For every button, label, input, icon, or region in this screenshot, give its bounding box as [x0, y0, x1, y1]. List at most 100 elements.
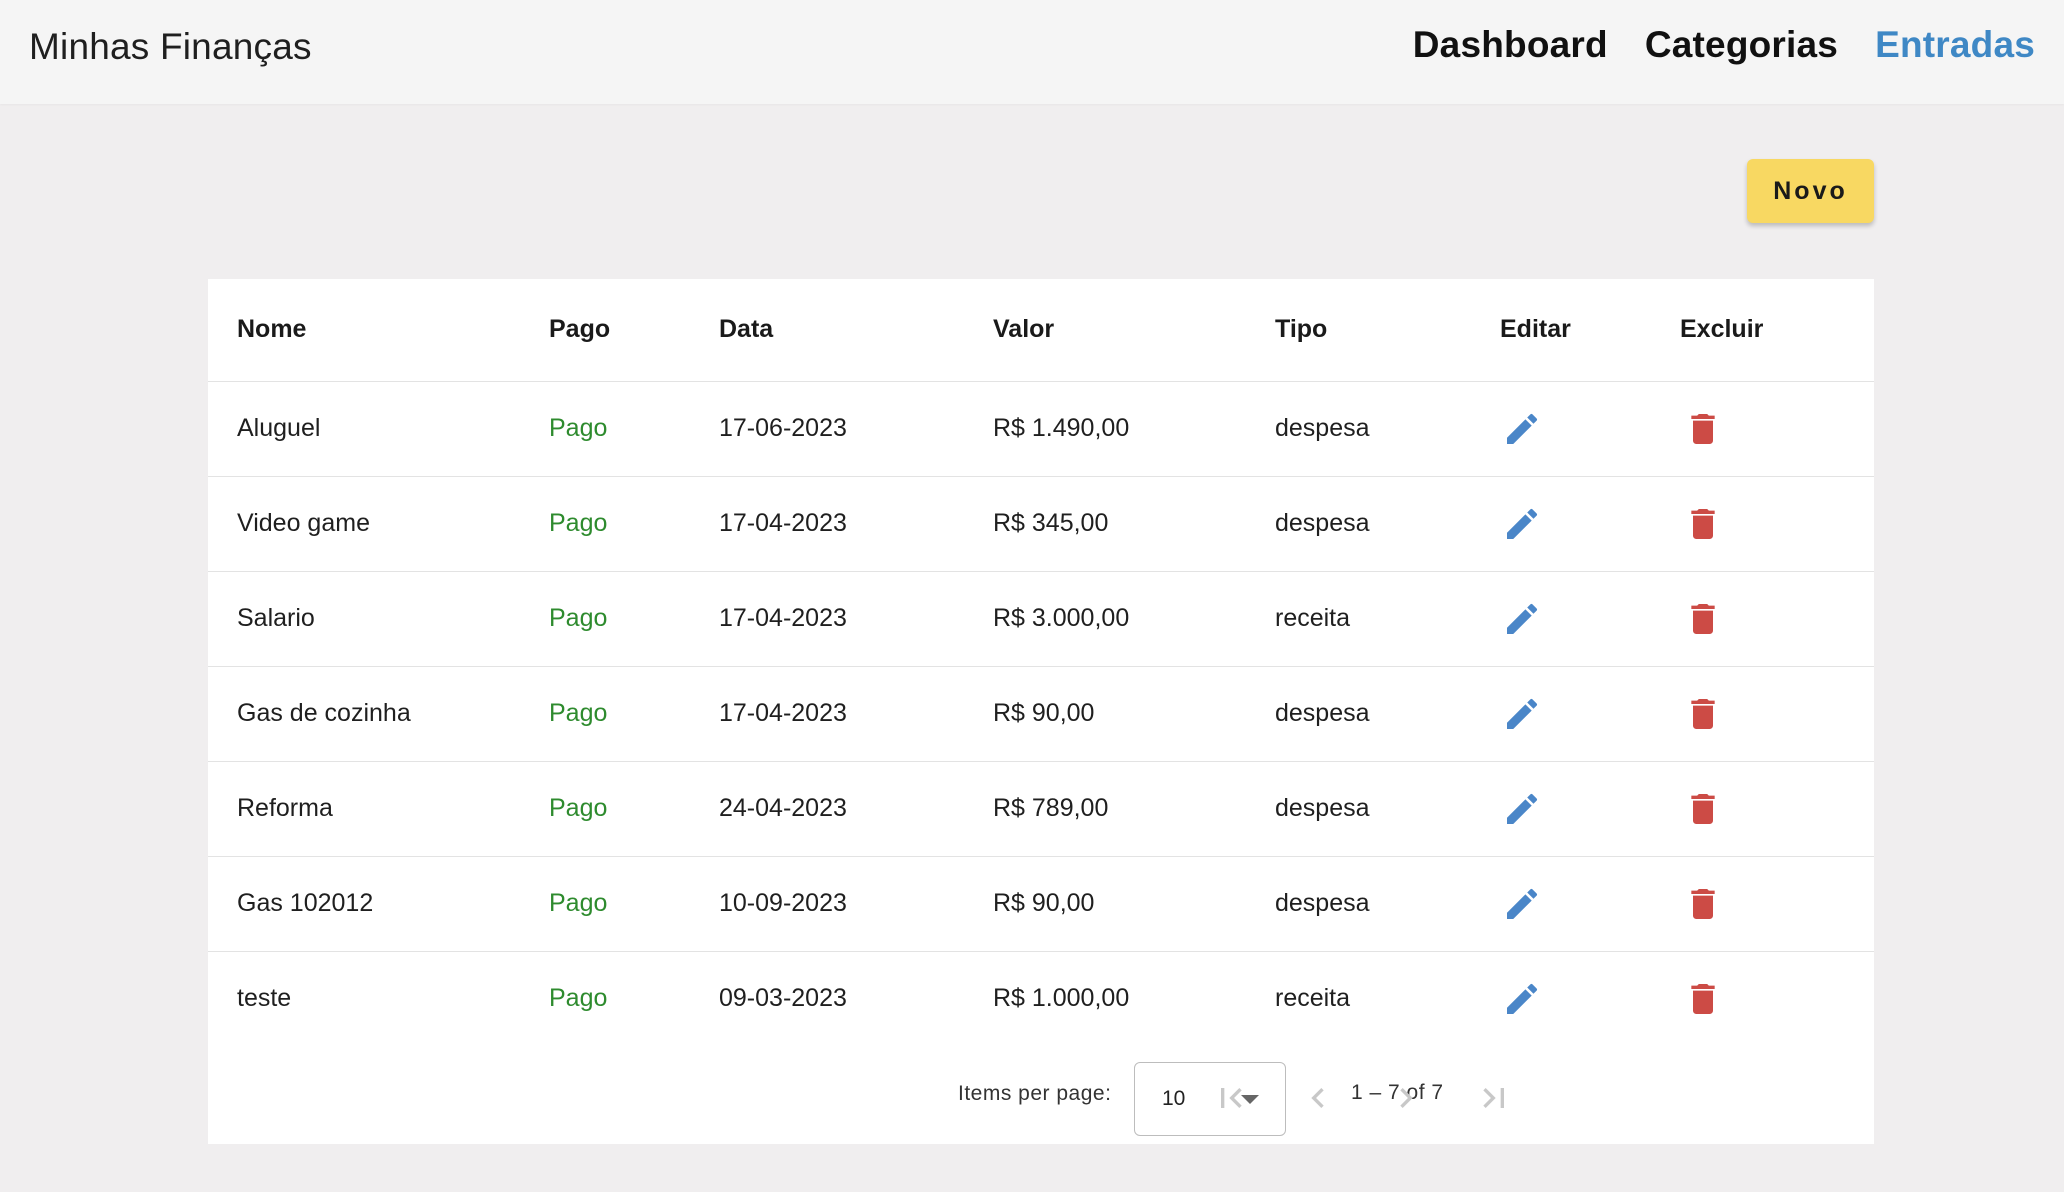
- cell-excluir: [1680, 476, 1874, 572]
- header-valor[interactable]: Valor: [993, 279, 1275, 382]
- table-row: Gas de cozinha Pago 17-04-2023 R$ 90,00 desp…: [208, 666, 1874, 762]
- trash-icon[interactable]: [1683, 979, 1723, 1019]
- cell-editar: [1500, 476, 1680, 572]
- header-tipo[interactable]: Tipo: [1275, 279, 1500, 382]
- header-editar: Editar: [1500, 279, 1680, 382]
- cell-excluir: [1680, 666, 1874, 762]
- cell-pago: Pago: [549, 666, 719, 762]
- cell-excluir: [1680, 856, 1874, 952]
- first-page-icon: [1221, 1088, 1242, 1108]
- entries-table-card: Nome Pago Data Valor Tipo Editar Excluir…: [208, 279, 1874, 1144]
- first-page-button[interactable]: [1211, 1078, 1251, 1118]
- cell-editar: [1500, 951, 1680, 1046]
- cell-data: 17-04-2023: [719, 666, 993, 762]
- cell-pago: Pago: [549, 984, 608, 1013]
- header-nome[interactable]: Nome: [208, 279, 549, 382]
- pencil-icon[interactable]: [1502, 979, 1542, 1019]
- trash-icon[interactable]: [1683, 789, 1723, 829]
- cell-data: 17-04-2023: [719, 476, 993, 572]
- table-header-row: Nome Pago Data Valor Tipo Editar Excluir: [208, 279, 1874, 382]
- cell-data: 10-09-2023: [719, 856, 993, 952]
- entries-table: Nome Pago Data Valor Tipo Editar Excluir…: [208, 279, 1874, 1046]
- cell-tipo: despesa: [1275, 381, 1500, 477]
- pencil-icon[interactable]: [1502, 884, 1542, 924]
- cell-data: 24-04-2023: [719, 761, 993, 857]
- cell-excluir: [1680, 951, 1874, 1046]
- table-row: teste Pago 09-03-2023 R$ 1.000,00 receita: [208, 951, 1874, 1046]
- last-page-icon: [1483, 1088, 1504, 1108]
- cell-nome: Video game: [208, 476, 549, 572]
- pencil-icon[interactable]: [1502, 789, 1542, 829]
- cell-valor: R$ 789,00: [993, 761, 1275, 857]
- trash-icon[interactable]: [1683, 504, 1723, 544]
- cell-tipo: despesa: [1275, 666, 1500, 762]
- nav-categorias[interactable]: Categorias: [1645, 24, 1838, 66]
- table-body: Aluguel Pago 17-06-2023 R$ 1.490,00 despesa V…: [208, 381, 1874, 1046]
- table-row: Video game Pago 17-04-2023 R$ 345,00 despesa: [208, 476, 1874, 572]
- table-row: Salario Pago 17-04-2023 R$ 3.000,00 receita: [208, 571, 1874, 667]
- paginator: Items per page: 10 1 – 7 of 7: [208, 1054, 1874, 1144]
- app-title: Minhas Finanças: [29, 26, 312, 67]
- cell-excluir: [1680, 571, 1874, 667]
- nav-entradas[interactable]: Entradas: [1875, 24, 2035, 66]
- previous-page-button[interactable]: [1298, 1078, 1338, 1118]
- cell-tipo: despesa: [1275, 761, 1500, 857]
- cell-valor: R$ 345,00: [993, 476, 1275, 572]
- cell-pago: Pago: [549, 476, 719, 572]
- trash-icon[interactable]: [1683, 599, 1723, 639]
- cell-excluir: [1680, 761, 1874, 857]
- cell-editar: [1500, 761, 1680, 857]
- cell-nome: Aluguel: [208, 381, 549, 477]
- cell-valor: R$ 3.000,00: [993, 571, 1275, 667]
- cell-editar: [1500, 666, 1680, 762]
- trash-icon[interactable]: [1683, 884, 1723, 924]
- next-page-button[interactable]: [1386, 1078, 1426, 1118]
- nav-dashboard[interactable]: Dashboard: [1413, 24, 1608, 66]
- previous-page-icon: [1311, 1088, 1324, 1108]
- cell-data: 17-06-2023: [719, 381, 993, 477]
- cell-pago: Pago: [549, 856, 719, 952]
- table-row: Gas 102012 Pago 10-09-2023 R$ 90,00 despesa: [208, 856, 1874, 952]
- pencil-icon[interactable]: [1502, 694, 1542, 734]
- items-per-page-label: Items per page:: [958, 1082, 1112, 1105]
- cell-valor: R$ 1.000,00: [993, 984, 1130, 1013]
- header-excluir: Excluir: [1680, 279, 1874, 382]
- cell-valor: R$ 90,00: [993, 856, 1275, 952]
- cell-valor: R$ 90,00: [993, 666, 1275, 762]
- last-page-button[interactable]: [1474, 1078, 1514, 1118]
- header-data[interactable]: Data: [719, 279, 993, 382]
- table-row: Reforma Pago 24-04-2023 R$ 789,00 despesa: [208, 761, 1874, 857]
- novo-button[interactable]: Novo: [1747, 159, 1874, 223]
- cell-nome: Salario: [208, 571, 549, 667]
- pencil-icon[interactable]: [1502, 409, 1542, 449]
- cell-nome: Reforma: [208, 761, 549, 857]
- trash-icon[interactable]: [1683, 694, 1723, 734]
- cell-nome: Gas 102012: [208, 856, 549, 952]
- cell-editar: [1500, 856, 1680, 952]
- table-row: Aluguel Pago 17-06-2023 R$ 1.490,00 despesa: [208, 381, 1874, 477]
- cell-editar: [1500, 381, 1680, 477]
- cell-data: 09-03-2023: [719, 984, 847, 1013]
- cell-tipo: receita: [1275, 571, 1500, 667]
- cell-excluir: [1680, 381, 1874, 477]
- next-page-icon: [1400, 1088, 1413, 1108]
- cell-tipo: despesa: [1275, 476, 1500, 572]
- header-pago[interactable]: Pago: [549, 279, 719, 382]
- trash-icon[interactable]: [1683, 409, 1723, 449]
- pencil-icon[interactable]: [1502, 504, 1542, 544]
- cell-tipo: despesa: [1275, 856, 1500, 952]
- cell-nome: teste: [237, 984, 292, 1013]
- pencil-icon[interactable]: [1502, 599, 1542, 639]
- cell-tipo: receita: [1275, 984, 1351, 1013]
- cell-pago: Pago: [549, 571, 719, 667]
- cell-pago: Pago: [549, 381, 719, 477]
- items-per-page-select[interactable]: 10: [1134, 1062, 1286, 1136]
- items-per-page-value: 10: [1162, 1087, 1186, 1110]
- cell-pago: Pago: [549, 761, 719, 857]
- cell-nome: Gas de cozinha: [208, 666, 549, 762]
- top-bar: Minhas Finanças Dashboard Categorias Ent…: [0, 0, 2064, 104]
- cell-editar: [1500, 571, 1680, 667]
- cell-data: 17-04-2023: [719, 571, 993, 667]
- cell-valor: R$ 1.490,00: [993, 381, 1275, 477]
- main-nav: Dashboard Categorias Entradas: [1413, 24, 2035, 66]
